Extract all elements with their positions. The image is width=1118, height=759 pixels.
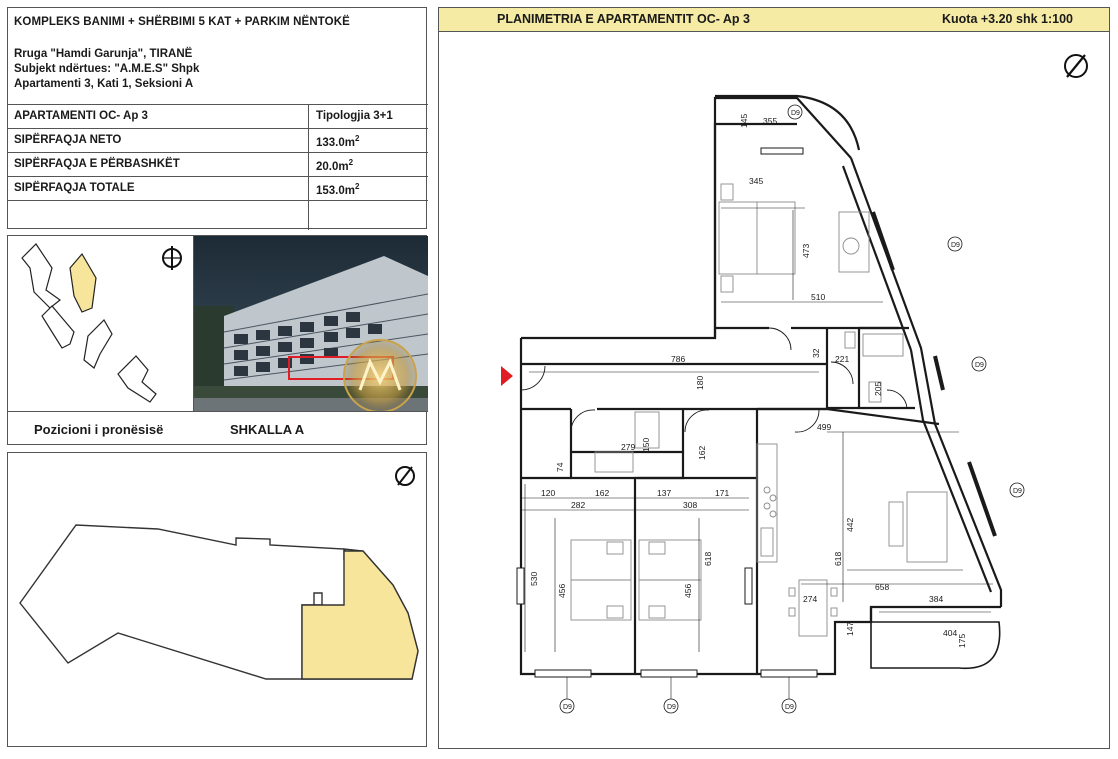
position-footer: Pozicioni i pronësisë SHKALLA A <box>8 411 428 446</box>
plan-level-scale: Kuota +3.20 shk 1:100 <box>942 12 1073 26</box>
dim-618a: 618 <box>703 552 713 566</box>
building-footprint <box>117 355 157 403</box>
svg-text:D9: D9 <box>975 362 984 369</box>
dim-658: 658 <box>875 582 889 592</box>
north-arrow-icon <box>1064 54 1088 78</box>
empty-row <box>8 200 428 230</box>
dim-221: 221 <box>835 354 849 364</box>
key-plan <box>8 236 194 411</box>
area-value: 133.0m2 <box>316 134 360 149</box>
dim-456a: 456 <box>557 584 567 598</box>
dim-345: 345 <box>749 176 763 186</box>
typology-value: Tipologjia 3+1 <box>316 110 393 122</box>
area-row-net: SIPËRFAQJA NETO 133.0m2 <box>8 128 428 153</box>
dim-74: 74 <box>555 462 565 472</box>
dim-137: 137 <box>657 488 671 498</box>
position-panel: Pozicioni i pronësisë SHKALLA A <box>7 235 428 446</box>
area-label: SIPËRFAQJA NETO <box>14 134 122 146</box>
dim-279: 279 <box>621 442 635 452</box>
dim-473: 473 <box>801 244 811 258</box>
dim-175: 175 <box>957 634 967 648</box>
building-footprint <box>83 319 113 369</box>
position-caption: Pozicioni i pronësisë <box>34 422 164 437</box>
project-unit: Apartamenti 3, Kati 1, Seksioni A <box>14 78 194 90</box>
dim-456b: 456 <box>683 584 693 598</box>
dim-618b: 618 <box>833 552 843 566</box>
plan-header: PLANIMETRIA E APARTAMENTIT OC- Ap 3 Kuot… <box>439 8 1109 32</box>
ames-watermark-logo <box>343 339 417 411</box>
dim-530: 530 <box>529 572 539 586</box>
area-row-total: SIPËRFAQJA TOTALE 153.0m2 <box>8 176 428 201</box>
building-footprint <box>41 305 75 349</box>
area-row-common: SIPËRFAQJA E PËRBASHKËT 20.0m2 <box>8 152 428 177</box>
dim-384: 384 <box>929 594 943 604</box>
svg-text:D9: D9 <box>791 110 800 117</box>
svg-text:D9: D9 <box>951 242 960 249</box>
svg-text:D9: D9 <box>785 704 794 711</box>
dim-355: 355 <box>763 116 777 126</box>
stair-label: SHKALLA A <box>230 422 305 437</box>
dim-162b: 162 <box>595 488 609 498</box>
building-footprint <box>21 243 61 309</box>
dim-308: 308 <box>683 500 697 510</box>
dim-510: 510 <box>811 292 825 302</box>
site-plan-panel <box>7 452 427 747</box>
area-value: 20.0m2 <box>316 158 354 173</box>
svg-text:D9: D9 <box>667 704 676 711</box>
dim-150: 150 <box>641 438 651 452</box>
dim-499: 499 <box>817 422 831 432</box>
area-label: SIPËRFAQJA E PËRBASHKËT <box>14 158 180 170</box>
dim-32: 32 <box>811 348 821 358</box>
floor-plan-drawing: 786 355 145 345 473 510 32 221 205 180 2… <box>501 54 1088 714</box>
svg-text:D9: D9 <box>1013 488 1022 495</box>
dim-145: 145 <box>739 114 749 128</box>
dim-404: 404 <box>943 628 957 638</box>
apartment-label: APARTAMENTI OC- Ap 3 <box>14 110 148 122</box>
dim-205: 205 <box>873 382 883 396</box>
svg-text:D9: D9 <box>563 704 572 711</box>
dim-786: 786 <box>671 354 685 364</box>
north-arrow-icon <box>395 466 415 486</box>
north-arrow-icon <box>162 246 182 270</box>
project-title: KOMPLEKS BANIMI + SHËRBIMI 5 KAT + PARKI… <box>14 16 350 28</box>
dim-442: 442 <box>845 518 855 532</box>
info-panel: KOMPLEKS BANIMI + SHËRBIMI 5 KAT + PARKI… <box>7 7 428 230</box>
plan-title: PLANIMETRIA E APARTAMENTIT OC- Ap 3 <box>497 12 750 26</box>
dim-180: 180 <box>695 376 705 390</box>
dim-171: 171 <box>715 488 729 498</box>
area-label: SIPËRFAQJA TOTALE <box>14 182 135 194</box>
dim-147: 147 <box>845 622 855 636</box>
dim-162a: 162 <box>697 446 707 460</box>
area-value: 153.0m2 <box>316 182 360 197</box>
floor-plan-panel: PLANIMETRIA E APARTAMENTIT OC- Ap 3 Kuot… <box>438 7 1110 749</box>
building-footprint-selected <box>69 252 97 313</box>
project-developer: Subjekt ndërtues: "A.M.E.S" Shpk <box>14 63 200 75</box>
building-render-photo <box>194 236 428 411</box>
project-address: Rruga "Hamdi Garunja", TIRANË <box>14 48 193 60</box>
dim-282: 282 <box>571 500 585 510</box>
dim-274: 274 <box>803 594 817 604</box>
entry-arrow-icon <box>501 366 513 386</box>
dim-120: 120 <box>541 488 555 498</box>
apartment-row: APARTAMENTI OC- Ap 3 Tipologjia 3+1 <box>8 104 428 129</box>
